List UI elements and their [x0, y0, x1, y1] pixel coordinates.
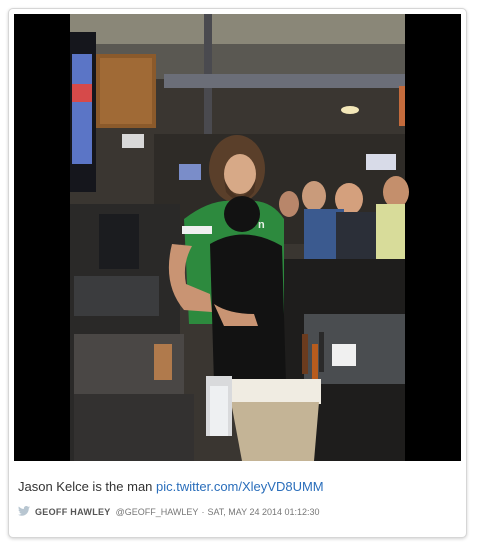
- tweet-text-body: Jason Kelce is the man: [18, 479, 157, 494]
- tweet-card: n Jason Kelce is the man pic.twitter.com…: [8, 8, 467, 538]
- author-handle[interactable]: @GEOFF_HAWLEY: [116, 507, 199, 517]
- twitter-bird-icon: [18, 506, 30, 518]
- meta-separator: ·: [201, 507, 205, 517]
- tweet-photo[interactable]: n: [14, 14, 461, 461]
- tweet-text: Jason Kelce is the man pic.twitter.com/X…: [18, 479, 324, 494]
- bar-scene-photo: n: [14, 14, 461, 461]
- author-name[interactable]: GEOFF HAWLEY: [35, 507, 111, 517]
- tweet-timestamp[interactable]: SAT, MAY 24 2014 01:12:30: [207, 507, 319, 517]
- tweet-meta: GEOFF HAWLEY @GEOFF_HAWLEY · SAT, MAY 24…: [18, 506, 320, 518]
- svg-text:n: n: [258, 219, 265, 231]
- tweet-photo-link[interactable]: pic.twitter.com/XleyVD8UMM: [156, 479, 324, 494]
